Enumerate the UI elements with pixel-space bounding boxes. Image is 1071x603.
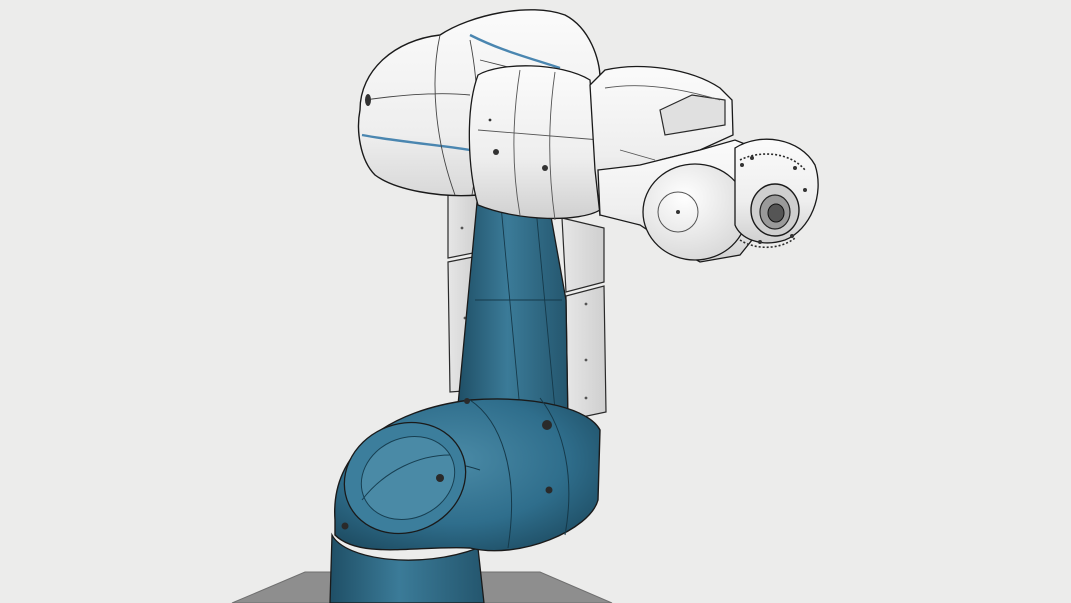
robot-arm-model[interactable] <box>0 0 1071 603</box>
cad-viewport[interactable] <box>0 0 1071 603</box>
wrist-cylinder[interactable] <box>468 65 601 220</box>
side-panel-right <box>561 217 607 421</box>
wrist-side-cap <box>642 163 748 261</box>
housing-nose-hole <box>365 94 371 106</box>
